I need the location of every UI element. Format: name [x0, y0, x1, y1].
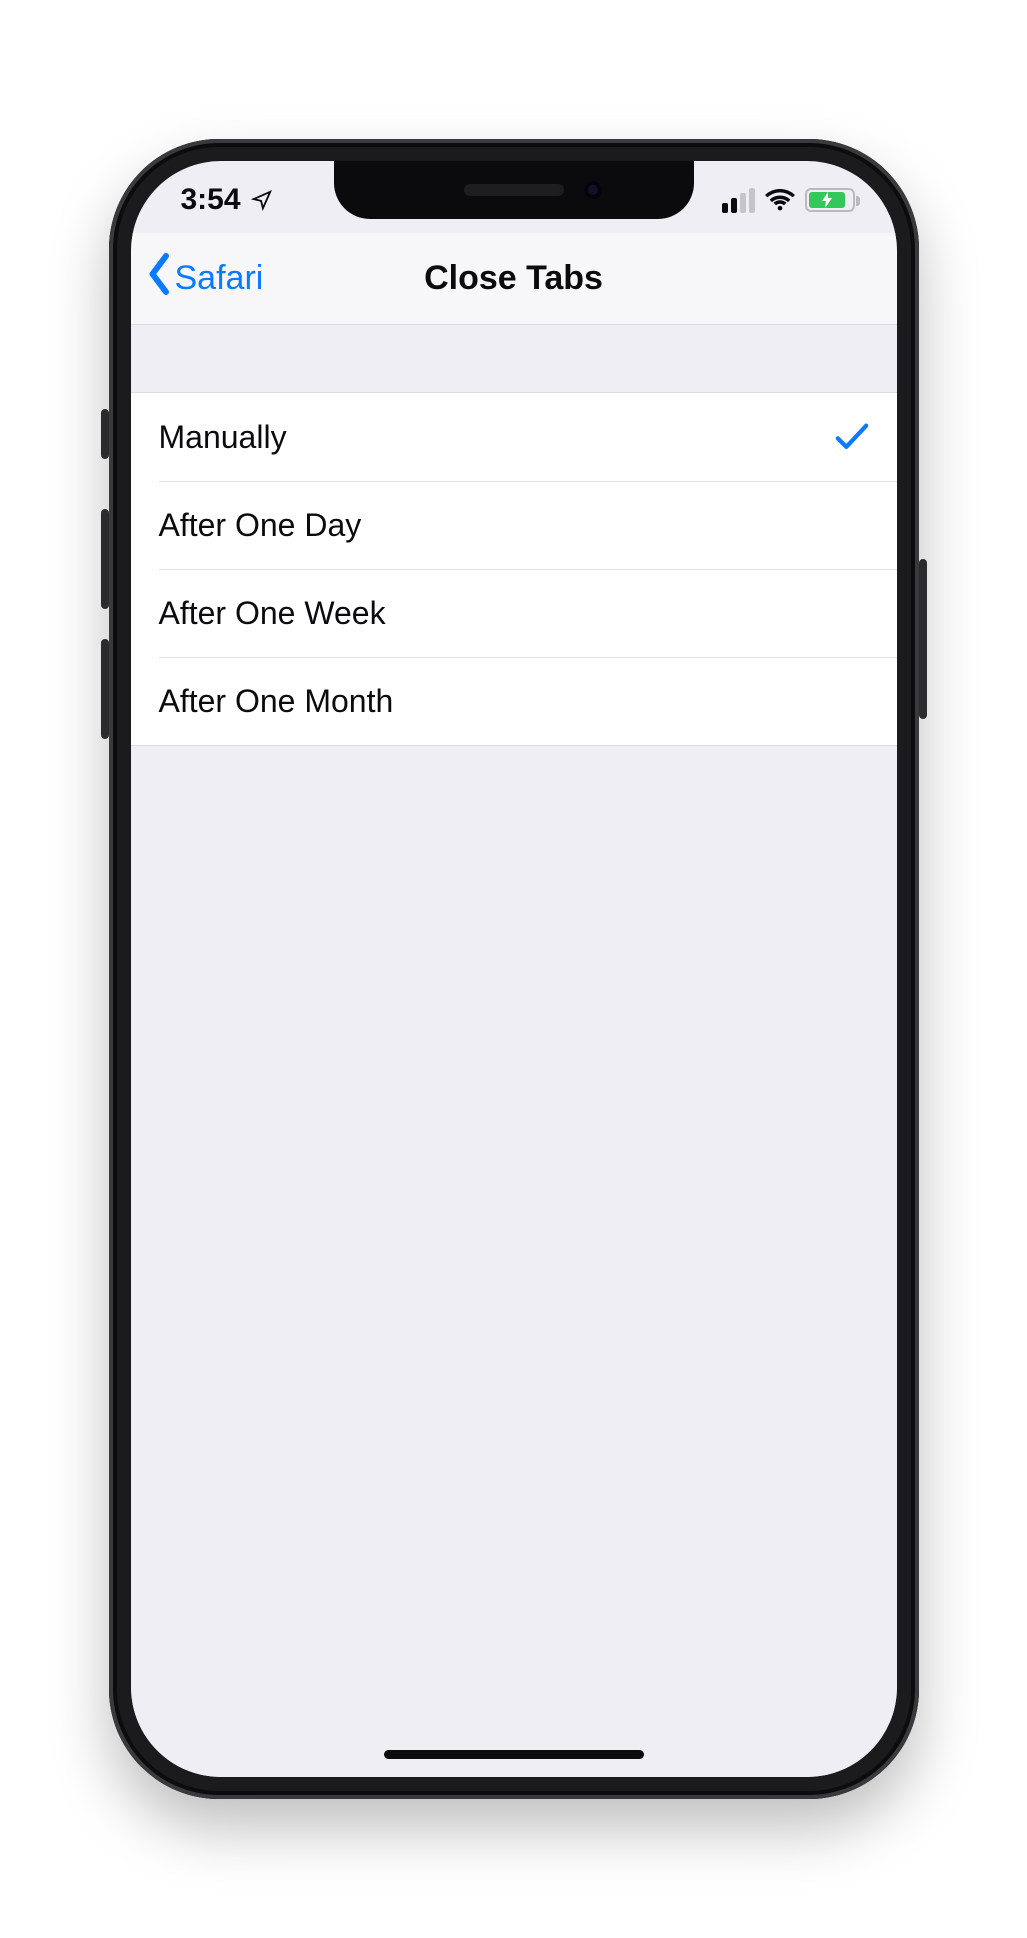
screen: 3:54 [131, 161, 897, 1777]
location-arrow-icon [251, 189, 273, 211]
volume-up-button[interactable] [101, 509, 109, 609]
option-after-one-day[interactable]: After One Day [131, 481, 897, 569]
mute-switch[interactable] [101, 409, 109, 459]
status-bar-right [722, 188, 855, 213]
page-title: Close Tabs [424, 259, 603, 298]
device-frame: 3:54 [109, 139, 919, 1799]
earpiece-speaker [464, 184, 564, 196]
cell-signal-icon [722, 188, 755, 213]
wifi-icon [765, 189, 795, 211]
option-label: After One Day [159, 507, 362, 544]
option-label: After One Week [159, 595, 386, 632]
content-area: Manually After One Day After One Week [131, 325, 897, 1777]
option-after-one-month[interactable]: After One Month [131, 657, 897, 745]
front-camera [584, 181, 602, 199]
options-list: Manually After One Day After One Week [131, 393, 897, 746]
status-bar-left: 3:54 [181, 183, 273, 217]
back-label: Safari [175, 259, 264, 298]
navigation-bar: Safari Close Tabs [131, 233, 897, 325]
volume-down-button[interactable] [101, 639, 109, 739]
option-label: Manually [159, 419, 287, 456]
notch [334, 161, 694, 219]
side-button[interactable] [919, 559, 927, 719]
section-gap [131, 325, 897, 393]
home-indicator[interactable] [384, 1750, 644, 1759]
option-manually[interactable]: Manually [131, 393, 897, 481]
option-after-one-week[interactable]: After One Week [131, 569, 897, 657]
option-label: After One Month [159, 683, 394, 720]
chevron-left-icon [145, 253, 175, 304]
status-time: 3:54 [181, 183, 241, 217]
battery-charging-icon [805, 188, 855, 212]
back-button[interactable]: Safari [145, 233, 264, 324]
checkmark-icon [835, 422, 869, 452]
